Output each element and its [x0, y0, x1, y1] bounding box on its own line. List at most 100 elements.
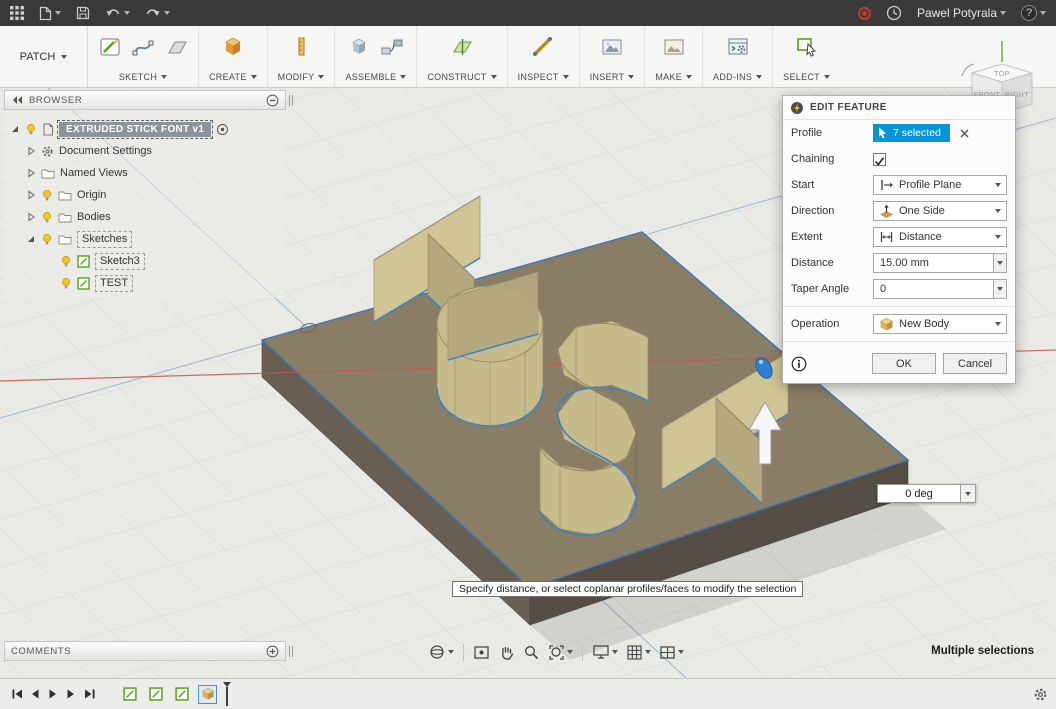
user-menu[interactable]: Pawel Potyrala — [917, 6, 1006, 20]
taper-angle-dropdown[interactable] — [993, 279, 1007, 299]
assemble-menu[interactable]: ASSEMBLE — [345, 72, 406, 82]
chaining-checkbox[interactable] — [873, 153, 886, 166]
timeline-skip-end-button[interactable] — [80, 685, 98, 703]
visibility-bulb-icon[interactable] — [60, 277, 72, 290]
tree-item-bodies[interactable]: Bodies — [4, 206, 286, 228]
timeline-step-back-button[interactable] — [26, 685, 44, 703]
timeline-play-button[interactable] — [44, 685, 62, 703]
tree-item-sketch3[interactable]: Sketch3 — [4, 250, 286, 272]
root-document-label[interactable]: EXTRUDED STICK FONT v1 — [59, 122, 211, 137]
tree-item-sketches[interactable]: Sketches — [4, 228, 286, 250]
sketch-plane-icon[interactable] — [164, 35, 188, 64]
tree-item-document-settings[interactable]: Document Settings — [4, 140, 286, 162]
collapse-panel-icon[interactable] — [11, 94, 23, 106]
clear-selection-button[interactable] — [960, 129, 969, 138]
profile-selection-badge[interactable]: 7 selected — [873, 124, 950, 142]
tree-item-label: Sketches — [77, 231, 132, 248]
direction-select[interactable]: One Side — [873, 201, 1007, 221]
expanded-triangle-icon[interactable] — [10, 124, 20, 134]
press-pull-icon[interactable] — [289, 35, 313, 64]
scripts-addins-icon[interactable] — [726, 35, 750, 64]
angle-input[interactable]: 0 deg — [877, 484, 961, 503]
add-comment-icon[interactable] — [266, 645, 279, 658]
start-select[interactable]: Profile Plane — [873, 175, 1007, 195]
undo-button[interactable] — [105, 7, 130, 20]
info-icon[interactable] — [791, 356, 807, 372]
taper-angle-input[interactable]: 0 — [873, 279, 994, 299]
select-menu[interactable]: SELECT — [783, 72, 830, 82]
display-settings-button[interactable] — [588, 642, 622, 662]
pan-button[interactable] — [494, 642, 519, 663]
create-menu[interactable]: CREATE — [209, 72, 257, 82]
browser-header[interactable]: BROWSER — [4, 90, 286, 110]
construction-plane-icon[interactable] — [450, 35, 474, 64]
tree-root-row[interactable]: EXTRUDED STICK FONT v1 — [4, 118, 286, 140]
visibility-bulb-icon[interactable] — [60, 255, 72, 268]
collapsed-triangle-icon[interactable] — [26, 146, 36, 156]
grid-settings-button[interactable] — [622, 642, 655, 663]
timeline-feature-extrude[interactable] — [198, 685, 217, 704]
panel-resize-grip[interactable] — [289, 95, 293, 106]
file-menu-button[interactable] — [39, 6, 61, 21]
visibility-bulb-icon[interactable] — [41, 189, 53, 202]
make-menu[interactable]: MAKE — [655, 72, 692, 82]
tree-item-test[interactable]: TEST — [4, 272, 286, 294]
operation-select[interactable]: New Body — [873, 314, 1007, 334]
collapsed-triangle-icon[interactable] — [26, 190, 36, 200]
look-at-button[interactable] — [469, 642, 494, 663]
redo-button[interactable] — [145, 7, 170, 20]
collapsed-triangle-icon[interactable] — [26, 212, 36, 222]
panel-resize-grip[interactable] — [289, 646, 293, 657]
construct-menu[interactable]: CONSTRUCT — [427, 72, 496, 82]
comments-header[interactable]: COMMENTS — [4, 641, 286, 661]
timeline-feature-sketch-2[interactable] — [146, 685, 165, 704]
extent-select[interactable]: Distance — [873, 227, 1007, 247]
timeline-skip-start-button[interactable] — [8, 685, 26, 703]
timeline-step-forward-button[interactable] — [62, 685, 80, 703]
zoom-button[interactable] — [519, 642, 544, 663]
record-icon[interactable] — [858, 7, 871, 20]
tree-item-origin[interactable]: Origin — [4, 184, 286, 206]
clock-icon[interactable] — [886, 5, 902, 21]
help-menu[interactable]: ? — [1021, 5, 1046, 21]
one-side-icon — [879, 204, 894, 218]
app-grid-icon[interactable] — [10, 6, 24, 20]
inspect-menu[interactable]: INSPECT — [518, 72, 569, 82]
modify-menu[interactable]: MODIFY — [278, 72, 325, 82]
timeline-feature-sketch-3[interactable] — [172, 685, 191, 704]
timeline-playhead[interactable] — [223, 682, 231, 706]
measure-icon[interactable] — [531, 35, 555, 64]
tree-item-named-views[interactable]: Named Views — [4, 162, 286, 184]
addins-menu[interactable]: ADD-INS — [713, 72, 762, 82]
orbit-button[interactable] — [424, 641, 458, 663]
distance-input[interactable]: 15.00 mm — [873, 253, 994, 273]
timeline-feature-sketch-1[interactable] — [120, 685, 139, 704]
ok-button[interactable]: OK — [872, 353, 936, 374]
make-3dprint-icon[interactable] — [662, 35, 686, 64]
insert-image-icon[interactable] — [600, 35, 624, 64]
expanded-triangle-icon[interactable] — [26, 234, 36, 244]
distance-dropdown[interactable] — [993, 253, 1007, 273]
extrude-icon[interactable] — [221, 35, 245, 64]
patch-workspace-selector[interactable]: PATCH — [0, 26, 88, 87]
minimize-panel-icon[interactable] — [266, 94, 279, 107]
viewports-button[interactable] — [655, 643, 688, 662]
angle-dropdown[interactable] — [961, 484, 976, 503]
create-sketch-icon[interactable] — [98, 35, 122, 64]
cancel-button[interactable]: Cancel — [943, 353, 1007, 374]
timeline-settings-gear[interactable] — [1033, 687, 1048, 702]
activate-target-icon[interactable] — [216, 123, 229, 136]
fit-button[interactable] — [544, 642, 577, 663]
visibility-bulb-icon[interactable] — [41, 233, 53, 246]
visibility-bulb-icon[interactable] — [25, 123, 37, 136]
visibility-bulb-icon[interactable] — [41, 211, 53, 224]
sketch-menu[interactable]: SKETCH — [119, 72, 167, 82]
collapsed-triangle-icon[interactable] — [26, 168, 36, 178]
new-component-icon[interactable] — [347, 35, 371, 64]
spline-icon[interactable] — [131, 35, 155, 64]
save-button[interactable] — [76, 6, 90, 20]
dialog-header[interactable]: EDIT FEATURE — [783, 96, 1015, 120]
joint-icon[interactable] — [380, 35, 404, 64]
insert-menu[interactable]: INSERT — [590, 72, 635, 82]
select-icon[interactable] — [795, 35, 819, 64]
